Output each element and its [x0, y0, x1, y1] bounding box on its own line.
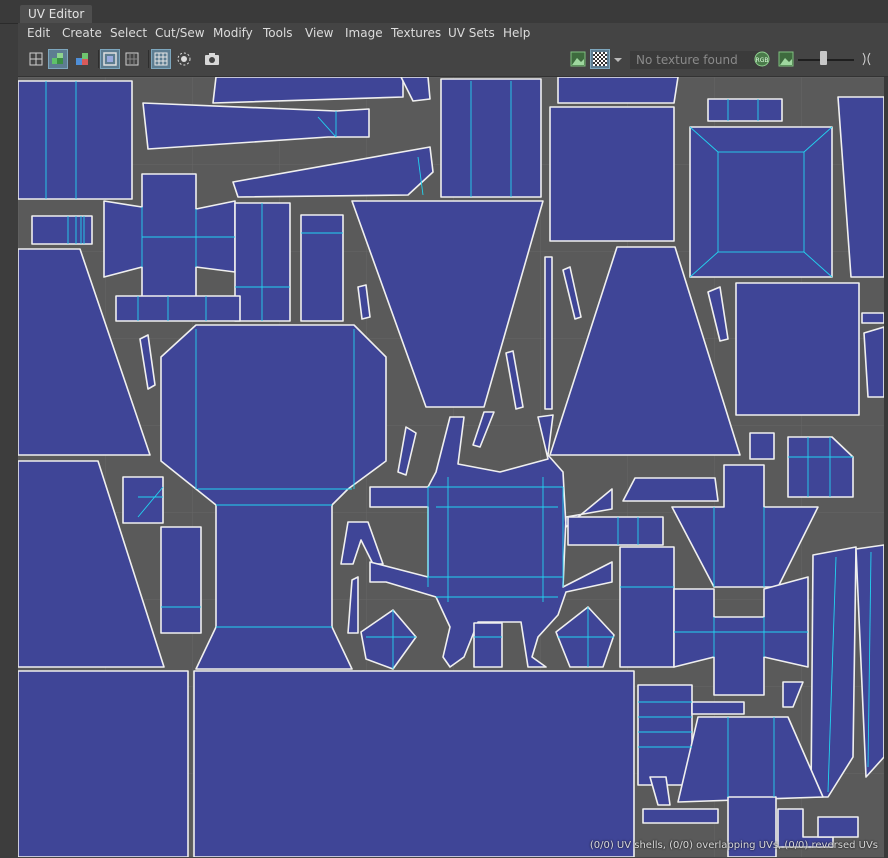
toolbar-separator [148, 50, 149, 68]
uv-shell [234, 202, 291, 322]
uv-shell [18, 80, 133, 200]
uv-shell [749, 432, 775, 460]
menu-help[interactable]: Help [503, 25, 530, 41]
uv-shell [18, 670, 189, 857]
window-title-bar: UV Editor [0, 0, 888, 24]
menu-modify[interactable]: Modify [213, 25, 253, 41]
uv-shell [544, 256, 553, 410]
checker-grid-icon[interactable] [151, 49, 171, 69]
texture-field[interactable]: No texture found [630, 51, 762, 69]
uv-toolbar: No texture found RGB [18, 44, 888, 77]
uv-shell [567, 516, 664, 546]
menu-select[interactable]: Select [110, 25, 147, 41]
uv-shell [691, 701, 745, 715]
menu-view[interactable]: View [305, 25, 333, 41]
uv-shell [622, 477, 719, 502]
uv-shell [557, 77, 679, 104]
exposure-icon[interactable] [858, 49, 878, 69]
uv-shell [689, 126, 833, 278]
uv-shaded-icon[interactable] [48, 49, 68, 69]
uv-shell [115, 295, 241, 322]
uv-shell [863, 326, 884, 398]
uv-shell [642, 808, 719, 824]
alpha-channel-icon[interactable] [776, 49, 796, 69]
uv-layout[interactable] [18, 77, 884, 857]
image-display-icon[interactable] [568, 49, 588, 69]
uv-shell [160, 526, 202, 634]
rgb-channels-icon[interactable]: RGB [752, 49, 772, 69]
exposure-slider-thumb[interactable] [820, 51, 828, 65]
uv-shell [193, 670, 635, 857]
uv-distortion-icon[interactable] [72, 49, 92, 69]
uv-shell [707, 98, 783, 122]
uv-shell-select-icon[interactable] [26, 49, 46, 69]
uv-shell [122, 476, 164, 524]
adjacent-viewport-strip [0, 0, 18, 858]
menu-bar: Edit Create Select Cut/Sew Modify Tools … [18, 23, 888, 43]
uv-shell [637, 684, 693, 786]
uv-shell [31, 215, 93, 245]
uv-shell [473, 622, 503, 668]
uv-shell [735, 282, 860, 416]
checker-display-icon[interactable] [590, 49, 610, 69]
menu-edit[interactable]: Edit [27, 25, 50, 41]
menu-textures[interactable]: Textures [391, 25, 441, 41]
uv-canvas[interactable]: (0/0) UV shells, (0/0) overlapping UVs, … [18, 77, 884, 857]
uv-border-icon[interactable] [100, 49, 120, 69]
menu-create[interactable]: Create [62, 25, 102, 41]
window-title-tab[interactable]: UV Editor [20, 5, 93, 23]
uv-shell [440, 78, 542, 198]
uv-grid-toggle-icon[interactable] [122, 49, 142, 69]
canvas-scrollbar-edge[interactable] [884, 77, 888, 858]
uv-shell [861, 312, 884, 324]
menu-tools[interactable]: Tools [263, 25, 293, 41]
uv-status-readout: (0/0) UV shells, (0/0) overlapping UVs, … [589, 840, 878, 851]
uv-shell [619, 546, 675, 668]
menu-image[interactable]: Image [345, 25, 383, 41]
svg-text:RGB: RGB [756, 57, 769, 64]
menu-uv-sets[interactable]: UV Sets [448, 25, 495, 41]
dropdown-arrow-icon[interactable] [612, 49, 624, 69]
uv-shell [549, 106, 675, 242]
uv-shell [810, 546, 857, 798]
menu-cut-sew[interactable]: Cut/Sew [155, 25, 205, 41]
uv-shell [300, 214, 344, 322]
pivot-icon[interactable] [174, 49, 194, 69]
uv-shell [817, 816, 859, 838]
toolbar-separator [98, 50, 99, 68]
snapshot-icon[interactable] [202, 49, 222, 69]
